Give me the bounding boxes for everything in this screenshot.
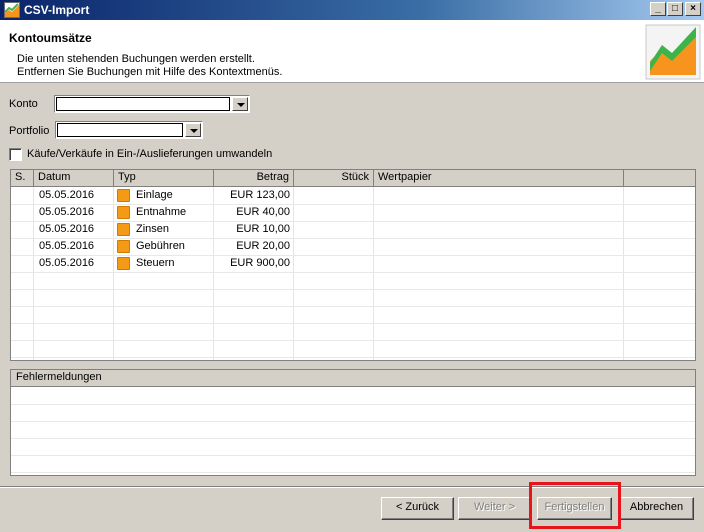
- error-messages-table[interactable]: Fehlermeldungen: [10, 369, 696, 476]
- grid-line: [11, 340, 695, 341]
- next-button[interactable]: Weiter >: [458, 497, 531, 520]
- cell-typ[interactable]: Einlage: [136, 187, 173, 204]
- convert-checkbox-label[interactable]: Käufe/Verkäufe in Ein-/Auslieferungen um…: [27, 148, 272, 160]
- minimize-button[interactable]: _: [650, 2, 666, 16]
- grid-line: [373, 187, 374, 360]
- cell-typ[interactable]: Entnahme: [136, 204, 186, 221]
- grid-line: [623, 187, 624, 360]
- portfolio-chart-logo-icon: [644, 23, 702, 81]
- grid-line: [11, 238, 695, 239]
- grid-line: [11, 204, 695, 205]
- error-messages-header: Fehlermeldungen: [11, 370, 695, 387]
- grid-line: [11, 255, 695, 256]
- konto-value: [56, 97, 230, 111]
- chevron-down-icon[interactable]: [232, 97, 248, 111]
- orange-square-icon: [117, 240, 130, 253]
- chevron-down-icon[interactable]: [185, 123, 201, 137]
- wizard-header: Kontoumsätze Die unten stehenden Buchung…: [0, 20, 704, 83]
- grid-line: [11, 357, 695, 358]
- orange-square-icon: [117, 206, 130, 219]
- konto-combobox[interactable]: [54, 95, 250, 113]
- table-header: S. Datum Typ Betrag Stück Wertpapier: [11, 170, 695, 187]
- grid-line: [293, 187, 294, 360]
- konto-label: Konto: [9, 98, 38, 110]
- orange-square-icon: [117, 223, 130, 236]
- grid-line: [11, 221, 695, 222]
- grid-line: [11, 472, 695, 473]
- grid-line: [113, 187, 114, 360]
- cell-datum[interactable]: 05.05.2016: [39, 255, 94, 272]
- cell-datum[interactable]: 05.05.2016: [39, 238, 94, 255]
- close-button[interactable]: ×: [685, 2, 701, 16]
- finish-button-highlight: [529, 482, 621, 529]
- column-header-wertpapier[interactable]: Wertpapier: [374, 170, 624, 186]
- grid-line: [11, 421, 695, 422]
- cell-betrag[interactable]: EUR 40,00: [214, 204, 290, 221]
- grid-line: [11, 289, 695, 290]
- cell-betrag[interactable]: EUR 900,00: [214, 255, 290, 272]
- grid-line: [11, 404, 695, 405]
- cell-betrag[interactable]: EUR 10,00: [214, 221, 290, 238]
- column-header-datum[interactable]: Datum: [34, 170, 114, 186]
- page-title: Kontoumsätze: [9, 31, 92, 45]
- cell-betrag[interactable]: EUR 20,00: [214, 238, 290, 255]
- column-header-typ[interactable]: Typ: [114, 170, 214, 186]
- portfolio-value: [57, 123, 183, 137]
- title-bar: CSV-Import _ □ ×: [0, 0, 704, 20]
- grid-line: [11, 323, 695, 324]
- page-description-line-2: Entfernen Sie Buchungen mit Hilfe des Ko…: [17, 66, 283, 78]
- grid-line: [11, 455, 695, 456]
- cell-datum[interactable]: 05.05.2016: [39, 187, 94, 204]
- maximize-button[interactable]: □: [667, 2, 683, 16]
- page-description-line-1: Die unten stehenden Buchungen werden ers…: [17, 53, 255, 65]
- column-header-status[interactable]: S.: [11, 170, 34, 186]
- cell-typ[interactable]: Steuern: [136, 255, 175, 272]
- cell-betrag[interactable]: EUR 123,00: [214, 187, 290, 204]
- cell-typ[interactable]: Gebühren: [136, 238, 185, 255]
- convert-checkbox[interactable]: [9, 148, 22, 161]
- app-logo-icon: [4, 2, 20, 18]
- orange-square-icon: [117, 189, 130, 202]
- column-header-betrag[interactable]: Betrag: [214, 170, 294, 186]
- column-header-stueck[interactable]: Stück: [294, 170, 374, 186]
- grid-line: [11, 438, 695, 439]
- cancel-button[interactable]: Abbrechen: [619, 497, 694, 520]
- back-button[interactable]: < Zurück: [381, 497, 454, 520]
- cell-datum[interactable]: 05.05.2016: [39, 204, 94, 221]
- grid-line: [11, 272, 695, 273]
- cell-typ[interactable]: Zinsen: [136, 221, 169, 238]
- grid-line: [33, 187, 34, 360]
- transactions-table[interactable]: S. Datum Typ Betrag Stück Wertpapier 05.…: [10, 169, 696, 361]
- grid-line: [11, 306, 695, 307]
- orange-square-icon: [117, 257, 130, 270]
- window-title: CSV-Import: [24, 3, 90, 17]
- cell-datum[interactable]: 05.05.2016: [39, 221, 94, 238]
- portfolio-label: Portfolio: [9, 125, 50, 137]
- portfolio-combobox[interactable]: [55, 121, 203, 139]
